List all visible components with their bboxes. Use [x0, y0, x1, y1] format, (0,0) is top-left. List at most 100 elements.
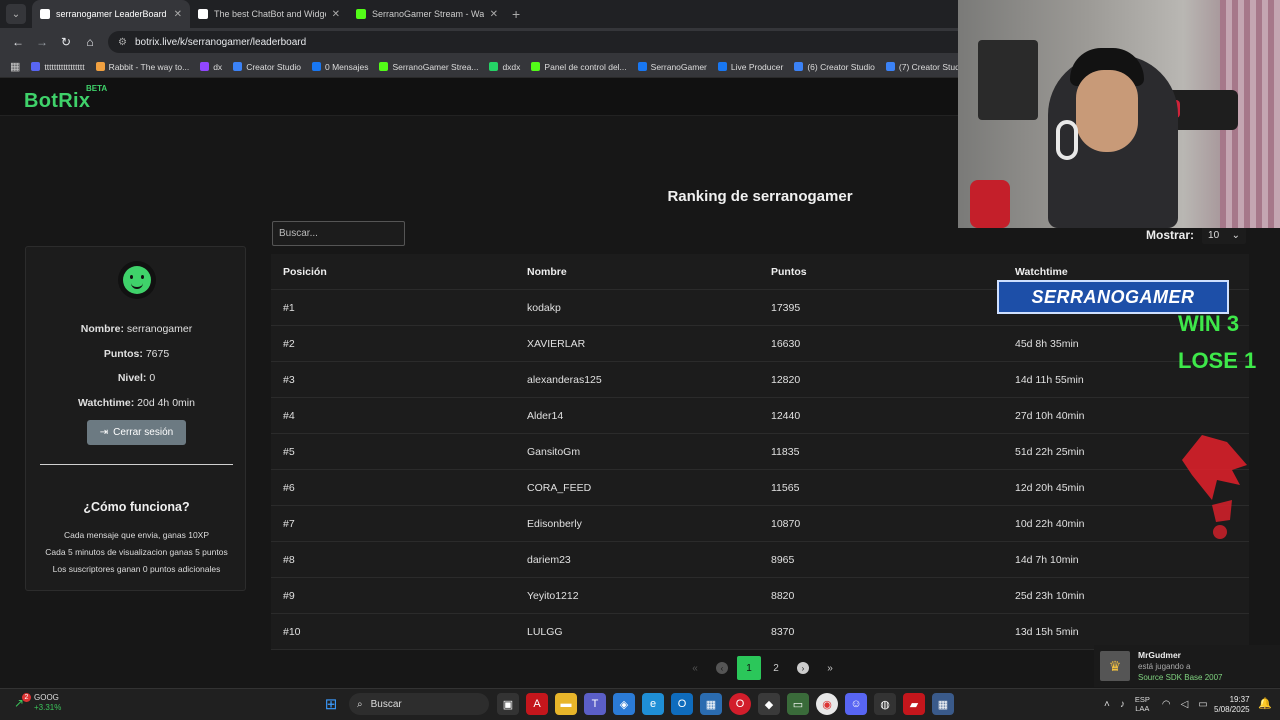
- bookmark-item[interactable]: SerranoGamer: [637, 62, 707, 72]
- webcam-overlay: [958, 0, 1280, 228]
- bookmark-label: Rabbit - The way to...: [108, 61, 190, 72]
- remote-desktop-icon[interactable]: ▭: [787, 693, 809, 715]
- forward-button[interactable]: →: [30, 35, 54, 49]
- page-button[interactable]: 2: [764, 656, 788, 680]
- table-row: #7 Edisonberly 10870 10d 22h 40min: [271, 506, 1249, 542]
- first-page-button[interactable]: «: [683, 656, 707, 680]
- task-view-icon[interactable]: ▣: [497, 693, 519, 715]
- back-button[interactable]: ←: [6, 35, 30, 49]
- prev-page-button[interactable]: ‹: [710, 656, 734, 680]
- header-watchtime[interactable]: Watchtime: [1003, 266, 1249, 278]
- header-position[interactable]: Posición: [271, 266, 515, 278]
- page-button[interactable]: 1: [737, 656, 761, 680]
- notification-bell-icon[interactable]: 🔔: [1258, 697, 1272, 710]
- store-icon[interactable]: ▦: [700, 693, 722, 715]
- bookmark-label: dxdx: [502, 61, 521, 72]
- last-page-button[interactable]: »: [818, 656, 842, 680]
- close-icon[interactable]: ✕: [332, 9, 340, 20]
- system-clock[interactable]: 19:37 5/08/2025: [1214, 695, 1250, 715]
- stock-widget[interactable]: 2 ↗ GOOG +3.31%: [14, 693, 61, 713]
- wifi-icon[interactable]: ◠: [1162, 699, 1171, 710]
- cell-points: 10870: [771, 517, 801, 530]
- new-tab-button[interactable]: +: [512, 6, 520, 22]
- bookmark-item[interactable]: ttttttttttttttttt: [31, 62, 85, 72]
- header-name[interactable]: Nombre: [515, 266, 759, 278]
- header-points[interactable]: Puntos: [759, 266, 1003, 278]
- beta-badge: BETA: [86, 84, 108, 93]
- bookmark-item[interactable]: 0 Mensajes: [312, 62, 368, 72]
- calculator-icon[interactable]: ▦: [932, 693, 954, 715]
- notif-user: MrGudmer: [1138, 649, 1181, 660]
- chrome-icon[interactable]: ◉: [816, 693, 838, 715]
- browser-tab[interactable]: serranogamer LeaderBoard | Th ✕: [32, 0, 190, 28]
- cell-name: XAVIERLAR: [527, 337, 586, 350]
- browser-tab[interactable]: The best ChatBot and Widgets ✕: [190, 0, 348, 28]
- copilot-icon[interactable]: ◈: [613, 693, 635, 715]
- bookmark-item[interactable]: dxdx: [489, 62, 520, 72]
- outlook-icon[interactable]: O: [671, 693, 693, 715]
- tray-overflow-icon[interactable]: ˄: [1104, 699, 1110, 710]
- language-indicator[interactable]: ESP LAA: [1135, 695, 1150, 713]
- apps-icon[interactable]: ▦: [10, 60, 20, 73]
- close-icon[interactable]: ✕: [490, 9, 498, 20]
- pagination: « ‹ 1 2 › »: [683, 656, 845, 680]
- bookmark-item[interactable]: (7) Creator Studio: [885, 62, 966, 72]
- page-size-select[interactable]: 10 ⌄: [1202, 226, 1247, 244]
- unity-icon[interactable]: ◆: [758, 693, 780, 715]
- cell-name: LULGG: [527, 625, 563, 638]
- opera-icon[interactable]: O: [729, 693, 751, 715]
- browser-tab[interactable]: SerranoGamer Stream - Watch ✕: [348, 0, 506, 28]
- site-info-icon[interactable]: ⚙: [118, 37, 127, 48]
- bookmark-item[interactable]: SerranoGamer Strea...: [379, 62, 478, 72]
- clock-date: 5/08/2025: [1214, 705, 1250, 714]
- microphone-icon[interactable]: ♪: [1120, 699, 1125, 710]
- search-input[interactable]: [272, 221, 405, 246]
- botrix-logo[interactable]: BotRix: [24, 90, 90, 113]
- cell-position: #2: [283, 337, 295, 350]
- tab-list: serranogamer LeaderBoard | Th✕The best C…: [32, 0, 506, 28]
- windows-start-icon[interactable]: ⊞: [320, 693, 342, 715]
- url-field[interactable]: ⚙ botrix.live/k/serranogamer/leaderboard: [108, 31, 1008, 53]
- bookmark-item[interactable]: dx: [200, 62, 222, 72]
- name-label: Nombre:: [80, 323, 124, 335]
- cell-watchtime: 13d 15h 5min: [1015, 625, 1079, 638]
- how-it-works-title: ¿Cómo funciona?: [83, 500, 190, 514]
- bookmark-item[interactable]: Creator Studio: [233, 62, 301, 72]
- bookmark-favicon-icon: [312, 62, 321, 71]
- cell-position: #5: [283, 445, 295, 458]
- volume-icon[interactable]: ◁: [1181, 699, 1189, 710]
- edge-icon[interactable]: e: [642, 693, 664, 715]
- chevron-down-icon: ⌄: [11, 8, 21, 20]
- bookmark-favicon-icon: [31, 62, 41, 71]
- table-row: #4 Alder14 12440 27d 10h 40min: [271, 398, 1249, 434]
- watchtime-label: Watchtime:: [78, 397, 135, 409]
- dota-icon[interactable]: ▰: [903, 693, 925, 715]
- taskbar-search[interactable]: ⌕ Buscar: [349, 693, 489, 715]
- table-row: #5 GansitoGm 11835 51d 22h 25min: [271, 434, 1249, 470]
- how-line: Cada 5 minutos de visualizacion ganas 5 …: [45, 547, 228, 557]
- battery-icon[interactable]: ▭: [1198, 699, 1207, 710]
- lose-counter: LOSE 1: [1178, 348, 1257, 373]
- teams-icon[interactable]: T: [584, 693, 606, 715]
- obs-icon[interactable]: ◍: [874, 693, 896, 715]
- acrobat-icon[interactable]: A: [526, 693, 548, 715]
- file-explorer-icon[interactable]: ▬: [555, 693, 577, 715]
- cell-name: CORA_FEED: [527, 481, 592, 494]
- bookmark-item[interactable]: Panel de control del...: [531, 62, 627, 72]
- bookmark-item[interactable]: (6) Creator Studio: [794, 62, 875, 72]
- bookmark-item[interactable]: Rabbit - The way to...: [95, 61, 190, 72]
- ticker-change: +3.31%: [34, 703, 62, 712]
- close-icon[interactable]: ✕: [174, 9, 182, 20]
- home-button[interactable]: ⌂: [78, 35, 102, 49]
- stream-brand-banner: SERRANOGAMER: [997, 280, 1229, 314]
- logout-button[interactable]: ⇥ Cerrar sesión: [87, 420, 186, 445]
- activity-notification[interactable]: ♛ MrGudmer está jugando a Source SDK Bas…: [1094, 645, 1280, 687]
- bookmark-item[interactable]: Live Producer: [717, 62, 783, 72]
- url-text: botrix.live/k/serranogamer/leaderboard: [134, 36, 307, 48]
- notif-game: Source SDK Base 2007: [1138, 672, 1223, 682]
- tab-search-button[interactable]: ⌄: [6, 4, 26, 24]
- next-page-button[interactable]: ›: [791, 656, 815, 680]
- discord-icon[interactable]: ☺: [845, 693, 867, 715]
- reload-button[interactable]: ↻: [54, 35, 78, 49]
- tab-favicon-icon: [198, 9, 208, 19]
